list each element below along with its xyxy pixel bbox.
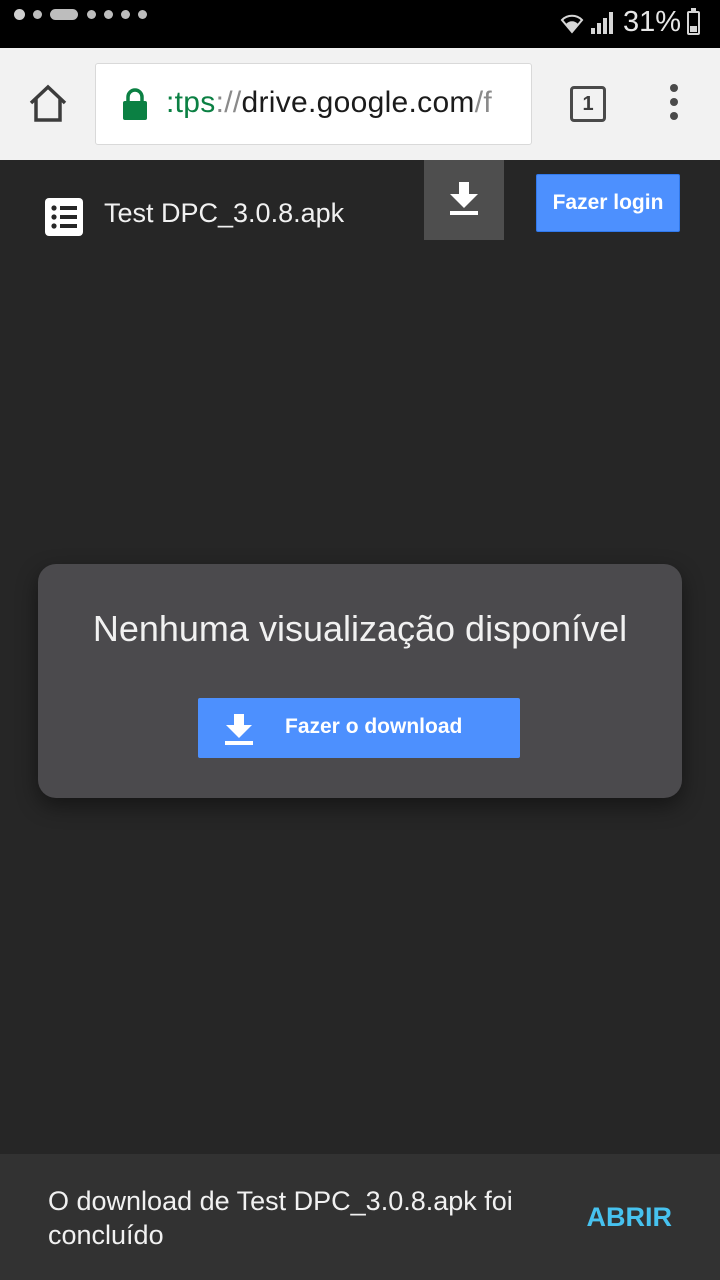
header-download-button[interactable] [424, 160, 504, 240]
drive-file-header: Test DPC_3.0.8.apk Fazer login [0, 160, 720, 260]
tab-switcher-button[interactable]: 1 [570, 86, 606, 122]
browser-toolbar: :tps://drive.google.com/f 1 [0, 48, 720, 160]
status-bar: 31% [0, 0, 720, 48]
signal-icon [590, 11, 613, 34]
file-name: Test DPC_3.0.8.apk [104, 198, 345, 228]
home-icon [29, 84, 67, 122]
url-path: /f [474, 86, 493, 119]
login-button[interactable]: Fazer login [536, 174, 680, 232]
notification-dot-icon [14, 9, 25, 20]
menu-dot-icon [670, 84, 678, 92]
download-icon [450, 182, 478, 215]
address-bar[interactable]: :tps://drive.google.com/f [95, 63, 532, 145]
overflow-menu-button[interactable] [662, 84, 686, 124]
home-button[interactable] [26, 82, 70, 126]
notification-dot-icon [104, 10, 113, 19]
url-host: drive.google.com [241, 86, 475, 119]
snackbar-message: O download de Test DPC_3.0.8.apk foi con… [48, 1186, 513, 1250]
no-preview-message: Nenhuma visualização disponível [92, 608, 628, 649]
notification-icons [14, 9, 155, 20]
notification-pill-icon [50, 9, 78, 20]
url-text: :tps://drive.google.com/f [166, 86, 492, 120]
battery-icon [687, 7, 700, 35]
notification-dot-icon [121, 10, 130, 19]
notification-dot-icon [87, 10, 96, 19]
system-status: 31% [559, 6, 700, 39]
notification-dot-icon [138, 10, 147, 19]
open-file-button[interactable]: ABRIR [587, 1202, 673, 1233]
no-preview-card: Nenhuma visualização disponível Fazer o … [38, 564, 682, 798]
download-complete-snackbar: O download de Test DPC_3.0.8.apk foi con… [0, 1154, 720, 1280]
menu-dot-icon [670, 112, 678, 120]
url-scheme: :tps [166, 86, 216, 119]
battery-percentage: 31% [622, 6, 681, 38]
wifi-icon [560, 14, 584, 34]
notification-dot-icon [33, 10, 42, 19]
download-button-label: Fazer o download [285, 715, 463, 738]
download-icon [225, 714, 253, 745]
url-separator: :// [215, 86, 242, 119]
download-button[interactable]: Fazer o download [198, 698, 520, 758]
lock-icon [123, 88, 147, 120]
file-list-icon [45, 198, 83, 236]
menu-dot-icon [670, 98, 678, 106]
